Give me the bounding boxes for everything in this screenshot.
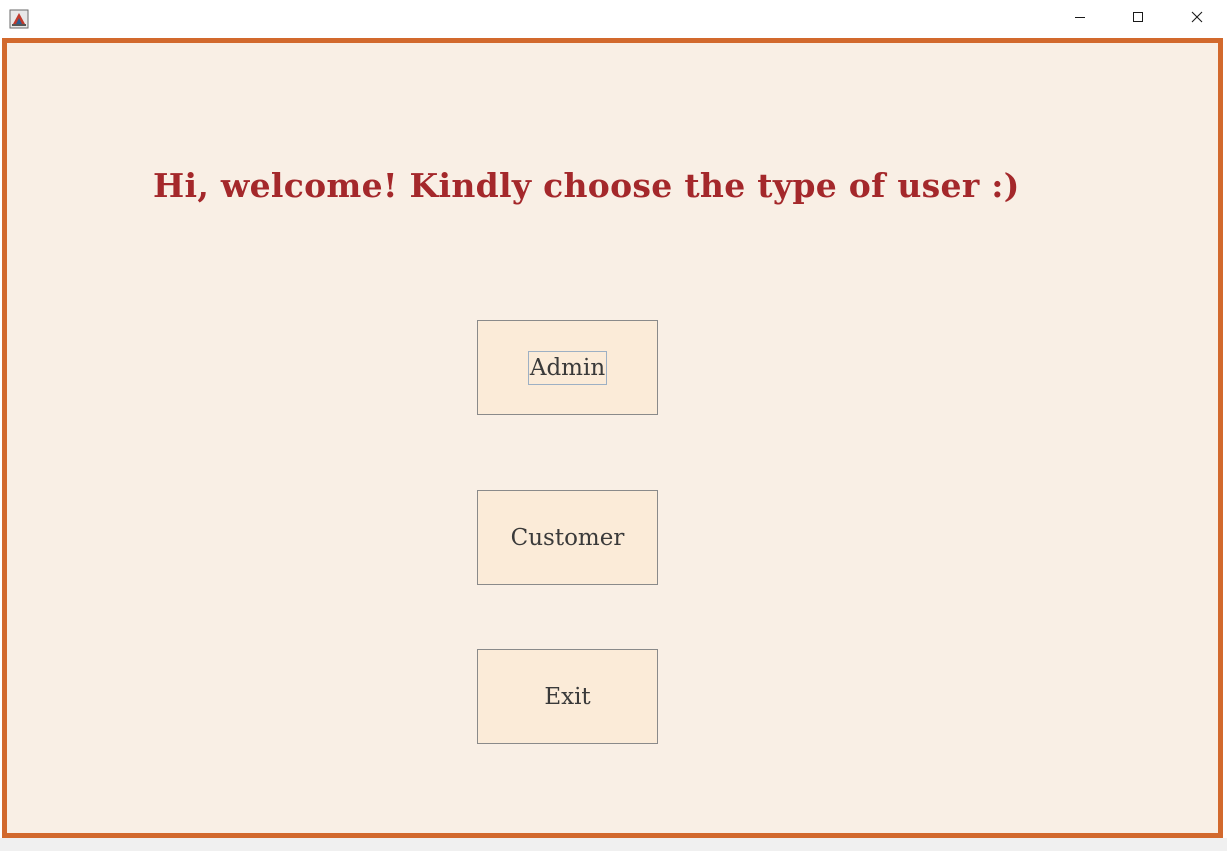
admin-button[interactable]: Admin (477, 320, 658, 415)
exit-button-label: Exit (544, 683, 591, 710)
maximize-icon (1132, 10, 1144, 28)
java-app-icon (9, 9, 29, 29)
exit-button[interactable]: Exit (477, 649, 658, 744)
close-icon (1191, 10, 1203, 28)
minimize-icon (1074, 10, 1086, 28)
title-bar[interactable] (0, 0, 1227, 38)
minimize-button[interactable] (1051, 0, 1109, 38)
welcome-heading: Hi, welcome! Kindly choose the type of u… (153, 166, 1020, 205)
app-window: Hi, welcome! Kindly choose the type of u… (0, 0, 1227, 851)
customer-button[interactable]: Customer (477, 490, 658, 585)
admin-button-label: Admin (527, 350, 608, 385)
window-bottom-edge (0, 838, 1227, 851)
customer-button-label: Customer (510, 524, 625, 551)
close-button[interactable] (1168, 0, 1226, 38)
maximize-button[interactable] (1109, 0, 1167, 38)
